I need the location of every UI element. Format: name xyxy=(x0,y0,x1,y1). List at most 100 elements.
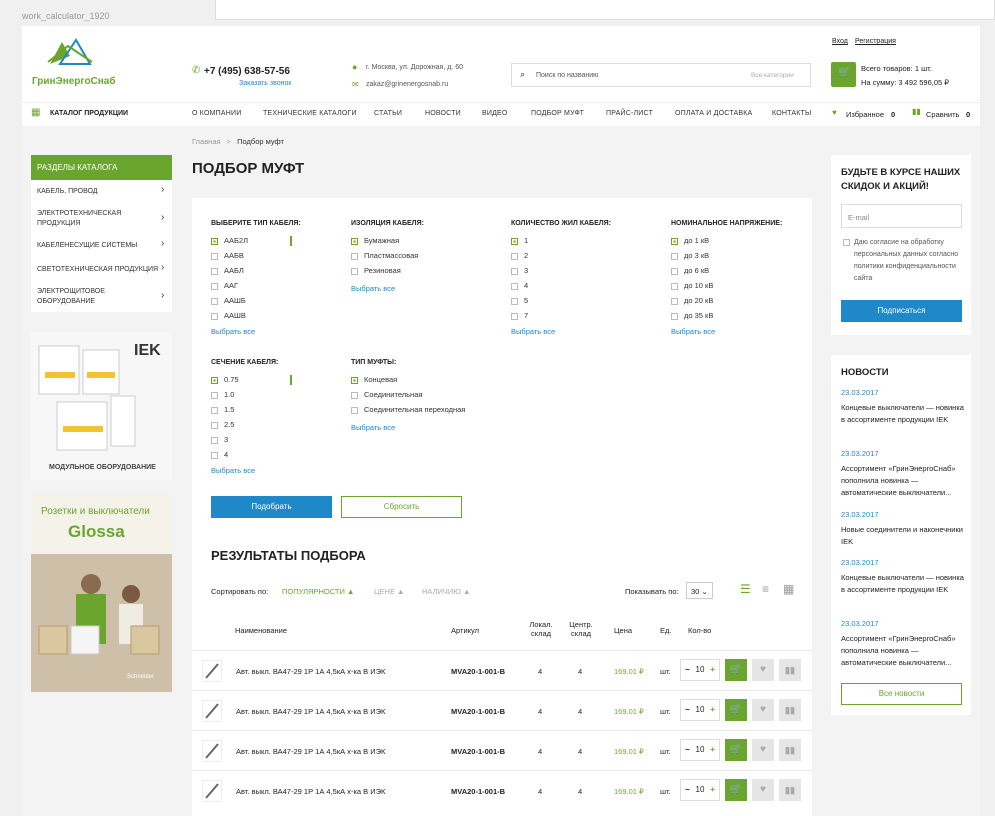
filter-voltage-option[interactable]: до 6 кВ xyxy=(671,266,709,275)
select-all-link[interactable]: Выбрать все xyxy=(511,327,555,336)
table-view-icon[interactable]: ≡ xyxy=(762,582,769,596)
filter-cores-option[interactable]: 2 xyxy=(511,251,528,260)
grid-view-icon[interactable]: ▦ xyxy=(783,582,794,596)
filter-coupling-option[interactable]: Соединительная xyxy=(351,390,422,399)
checkbox[interactable] xyxy=(671,282,678,290)
select-all-link[interactable]: Выбрать все xyxy=(351,423,395,432)
filter-cable_type-option[interactable]: ААБЛ xyxy=(211,266,244,275)
checkbox[interactable] xyxy=(351,252,358,260)
checkbox[interactable] xyxy=(211,237,218,245)
favorites-link[interactable]: Избранное xyxy=(846,110,884,119)
checkbox[interactable] xyxy=(671,297,678,305)
product-name[interactable]: Авт. выкл. ВА47-29 1Р 1А 4,5кА х-ка В ИЭ… xyxy=(236,667,385,676)
promo-banner-glossa[interactable]: Розетки и выключатели Glossa Schneider xyxy=(31,494,172,692)
checkbox[interactable] xyxy=(671,237,678,245)
filter-section-option[interactable]: 4 xyxy=(211,450,228,459)
filter-section-option[interactable]: 3 xyxy=(211,435,228,444)
compare-button[interactable]: ▮▮ xyxy=(779,699,801,721)
select-all-link[interactable]: Выбрать все xyxy=(211,466,255,475)
page-size-select[interactable]: 30 ⌄ xyxy=(686,582,713,599)
quantity-stepper[interactable]: −10 + xyxy=(680,699,720,721)
nav-couplings[interactable]: ПОДБОР МУФТ xyxy=(531,110,584,117)
sort-popularity[interactable]: ПОПУЛЯРНОСТИ ▲ xyxy=(282,587,354,596)
checkbox[interactable] xyxy=(211,312,218,320)
select-all-link[interactable]: Выбрать все xyxy=(351,284,395,293)
filter-insulation-option[interactable]: Резиновая xyxy=(351,266,401,275)
checkbox[interactable] xyxy=(211,376,218,384)
nav-delivery[interactable]: ОПЛАТА И ДОСТАВКА xyxy=(675,110,752,117)
product-name[interactable]: Авт. выкл. ВА47-29 1Р 1А 4,5кА х-ка В ИЭ… xyxy=(236,707,385,716)
checkbox[interactable] xyxy=(211,252,218,260)
search-input[interactable]: Поиск по названию xyxy=(536,72,598,79)
checkbox[interactable] xyxy=(211,297,218,305)
promo-banner-iek[interactable]: IEK МОДУЛЬНОЕ ОБОРУДОВАНИЕ xyxy=(31,332,172,480)
filter-section-option[interactable]: 2.5 xyxy=(211,420,234,429)
add-to-cart-button[interactable]: 🛒 xyxy=(725,699,747,721)
filter-cable_type-option[interactable]: ААБ2Л xyxy=(211,236,248,245)
product-name[interactable]: Авт. выкл. ВА47-29 1Р 1А 4,5кА х-ка В ИЭ… xyxy=(236,787,385,796)
register-link[interactable]: Регистрация xyxy=(855,38,896,45)
quantity-value[interactable]: 10 xyxy=(696,745,705,754)
sidebar-item-lighting[interactable]: СВЕТОТЕХНИЧЕСКАЯ ПРОДУКЦИЯ xyxy=(37,265,158,275)
filter-coupling-option[interactable]: Концевая xyxy=(351,375,397,384)
catalog-menu[interactable]: КАТАЛОГ ПРОДУКЦИИ xyxy=(50,110,128,117)
filter-cores-option[interactable]: 7 xyxy=(511,311,528,320)
sidebar-item-cable-systems[interactable]: КАБЕЛЕНЕСУЩИЕ СИСТЕМЫ xyxy=(37,241,137,251)
compare-link[interactable]: Сравнить xyxy=(926,110,959,119)
checkbox[interactable] xyxy=(351,267,358,275)
nav-about[interactable]: О КОМПАНИИ xyxy=(192,110,241,117)
checkbox[interactable] xyxy=(511,252,518,260)
filter-voltage-option[interactable]: до 3 кВ xyxy=(671,251,709,260)
sidebar-item-electro[interactable]: ЭЛЕКТРОТЕХНИЧЕСКАЯ ПРОДУКЦИЯ xyxy=(37,209,137,229)
checkbox[interactable] xyxy=(351,406,358,414)
quantity-value[interactable]: 10 xyxy=(696,665,705,674)
sort-price[interactable]: ЦЕНЕ ▲ xyxy=(374,587,404,596)
checkbox[interactable] xyxy=(671,267,678,275)
quantity-stepper[interactable]: −10 + xyxy=(680,659,720,681)
news-item[interactable]: Концевые выключатели — новинка в ассорти… xyxy=(841,572,966,596)
minus-icon[interactable]: − xyxy=(685,660,690,680)
filter-cable_type-option[interactable]: ААГ xyxy=(211,281,238,290)
list-view-icon[interactable]: ☰ xyxy=(740,582,751,596)
add-to-cart-button[interactable]: 🛒 xyxy=(725,779,747,801)
sidebar-item-switchboard[interactable]: ЭЛЕКТРОЩИТОВОЕ ОБОРУДОВАНИЕ xyxy=(37,287,137,307)
checkbox[interactable] xyxy=(211,436,218,444)
compare-button[interactable]: ▮▮ xyxy=(779,739,801,761)
checkbox[interactable] xyxy=(511,312,518,320)
nav-articles[interactable]: СТАТЬИ xyxy=(374,110,402,117)
nav-contacts[interactable]: КОНТАКТЫ xyxy=(772,110,811,117)
checkbox[interactable] xyxy=(211,267,218,275)
news-item[interactable]: Концевые выключатели — новинка в ассорти… xyxy=(841,402,966,426)
email-input[interactable]: E-mail xyxy=(841,204,962,228)
subscribe-button[interactable]: Подписаться xyxy=(841,300,962,322)
logo-icon[interactable] xyxy=(40,34,100,76)
checkbox[interactable] xyxy=(351,391,358,399)
filter-coupling-option[interactable]: Соединительная переходная xyxy=(351,405,465,414)
favorite-button[interactable]: ♥ xyxy=(752,739,774,761)
news-item[interactable]: Ассортимент «ГринЭнергоСнаб» пополнила н… xyxy=(841,463,966,499)
checkbox[interactable] xyxy=(671,312,678,320)
product-name[interactable]: Авт. выкл. ВА47-29 1Р 1А 4,5кА х-ка В ИЭ… xyxy=(236,747,385,756)
minus-icon[interactable]: − xyxy=(685,780,690,800)
filter-voltage-option[interactable]: до 10 кВ xyxy=(671,281,713,290)
favorite-button[interactable]: ♥ xyxy=(752,659,774,681)
minus-icon[interactable]: − xyxy=(685,700,690,720)
plus-icon[interactable]: + xyxy=(710,740,715,760)
select-all-link[interactable]: Выбрать все xyxy=(211,327,255,336)
plus-icon[interactable]: + xyxy=(710,700,715,720)
select-all-link[interactable]: Выбрать все xyxy=(671,327,715,336)
filter-cores-option[interactable]: 5 xyxy=(511,296,528,305)
compare-button[interactable]: ▮▮ xyxy=(779,779,801,801)
checkbox[interactable] xyxy=(511,282,518,290)
table-row[interactable]: Авт. выкл. ВА47-29 1Р 1А 4,5кА х-ка В ИЭ… xyxy=(192,690,812,730)
filter-insulation-option[interactable]: Бумажная xyxy=(351,236,399,245)
filter-section-option[interactable]: 1.0 xyxy=(211,390,234,399)
filter-cores-option[interactable]: 4 xyxy=(511,281,528,290)
nav-news[interactable]: НОВОСТИ xyxy=(425,110,461,117)
all-news-button[interactable]: Все новости xyxy=(841,683,962,705)
news-item[interactable]: Новые соединители и наконечники IEK xyxy=(841,524,966,548)
filter-cable_type-option[interactable]: ААШБ xyxy=(211,296,246,305)
quantity-stepper[interactable]: −10 + xyxy=(680,779,720,801)
filter-cable_type-option[interactable]: ААБВ xyxy=(211,251,244,260)
filter-section-option[interactable]: 0.75 xyxy=(211,375,239,384)
